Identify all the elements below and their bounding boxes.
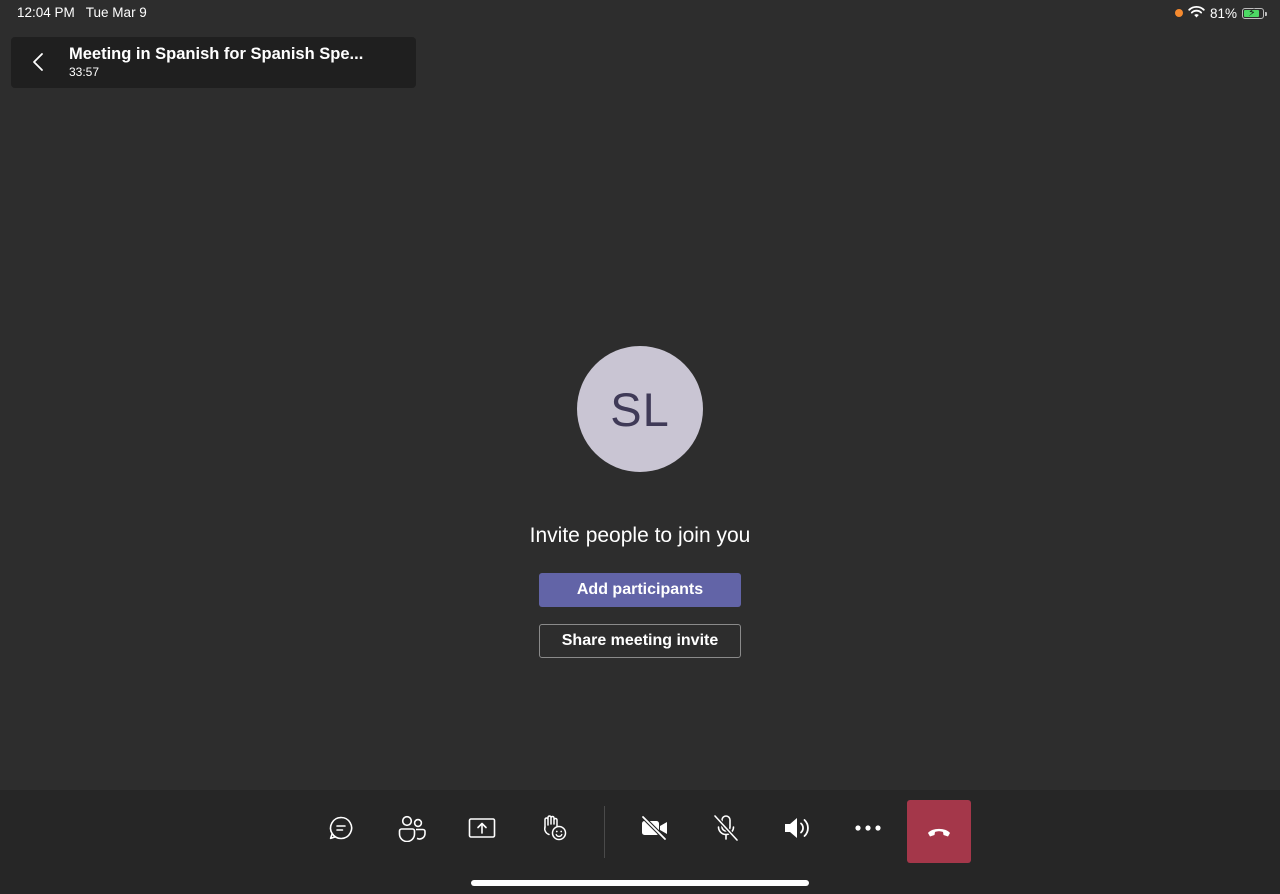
battery-icon: ⚡ <box>1242 6 1267 19</box>
status-right: 81% ⚡ <box>1174 5 1267 21</box>
reactions-button[interactable] <box>532 806 576 850</box>
meeting-title: Meeting in Spanish for Spanish Spe... <box>69 45 364 63</box>
microphone-toggle-button[interactable] <box>704 806 748 850</box>
avatar: SL <box>577 346 703 472</box>
more-options-button[interactable] <box>846 806 890 850</box>
speaker-icon <box>785 818 809 838</box>
charging-bolt-icon: ⚡ <box>1248 6 1256 19</box>
share-meeting-invite-button[interactable]: Share meeting invite <box>539 624 741 658</box>
battery-percent: 81% <box>1209 5 1237 21</box>
status-bar: 12:04 PM Tue Mar 9 81% ⚡ <box>0 0 1280 26</box>
chevron-left-icon <box>33 53 43 71</box>
hang-up-icon <box>928 828 950 836</box>
home-indicator[interactable] <box>471 880 809 886</box>
people-icon <box>398 815 426 842</box>
meeting-screen: 12:04 PM Tue Mar 9 81% ⚡ Meeting in Span… <box>0 0 1280 894</box>
wifi-icon <box>1188 5 1205 21</box>
participants-button[interactable] <box>390 806 434 850</box>
raise-hand-icon <box>543 815 567 841</box>
camera-off-icon <box>641 815 667 841</box>
more-icon <box>855 825 881 831</box>
call-toolbar <box>0 790 1280 894</box>
share-screen-icon <box>468 818 496 838</box>
back-button[interactable] <box>27 50 51 74</box>
hang-up-button[interactable] <box>907 800 971 863</box>
avatar-initials: SL <box>610 382 670 436</box>
toolbar-divider <box>604 806 605 858</box>
add-participants-button[interactable]: Add participants <box>539 573 741 607</box>
chat-button[interactable] <box>319 806 363 850</box>
chat-icon <box>329 816 353 840</box>
share-screen-button[interactable] <box>460 806 504 850</box>
meeting-duration: 33:57 <box>69 65 100 79</box>
mic-off-icon <box>713 814 739 842</box>
speaker-button[interactable] <box>775 806 819 850</box>
invite-prompt: Invite people to join you <box>529 524 751 547</box>
status-date: Tue Mar 9 <box>85 5 147 20</box>
status-time: 12:04 PM <box>17 5 75 20</box>
status-left: 12:04 PM Tue Mar 9 <box>17 5 147 20</box>
recording-indicator-dot <box>1174 9 1183 17</box>
meeting-header: Meeting in Spanish for Spanish Spe... 33… <box>11 37 416 88</box>
camera-toggle-button[interactable] <box>633 806 677 850</box>
battery-tip <box>1265 11 1267 16</box>
